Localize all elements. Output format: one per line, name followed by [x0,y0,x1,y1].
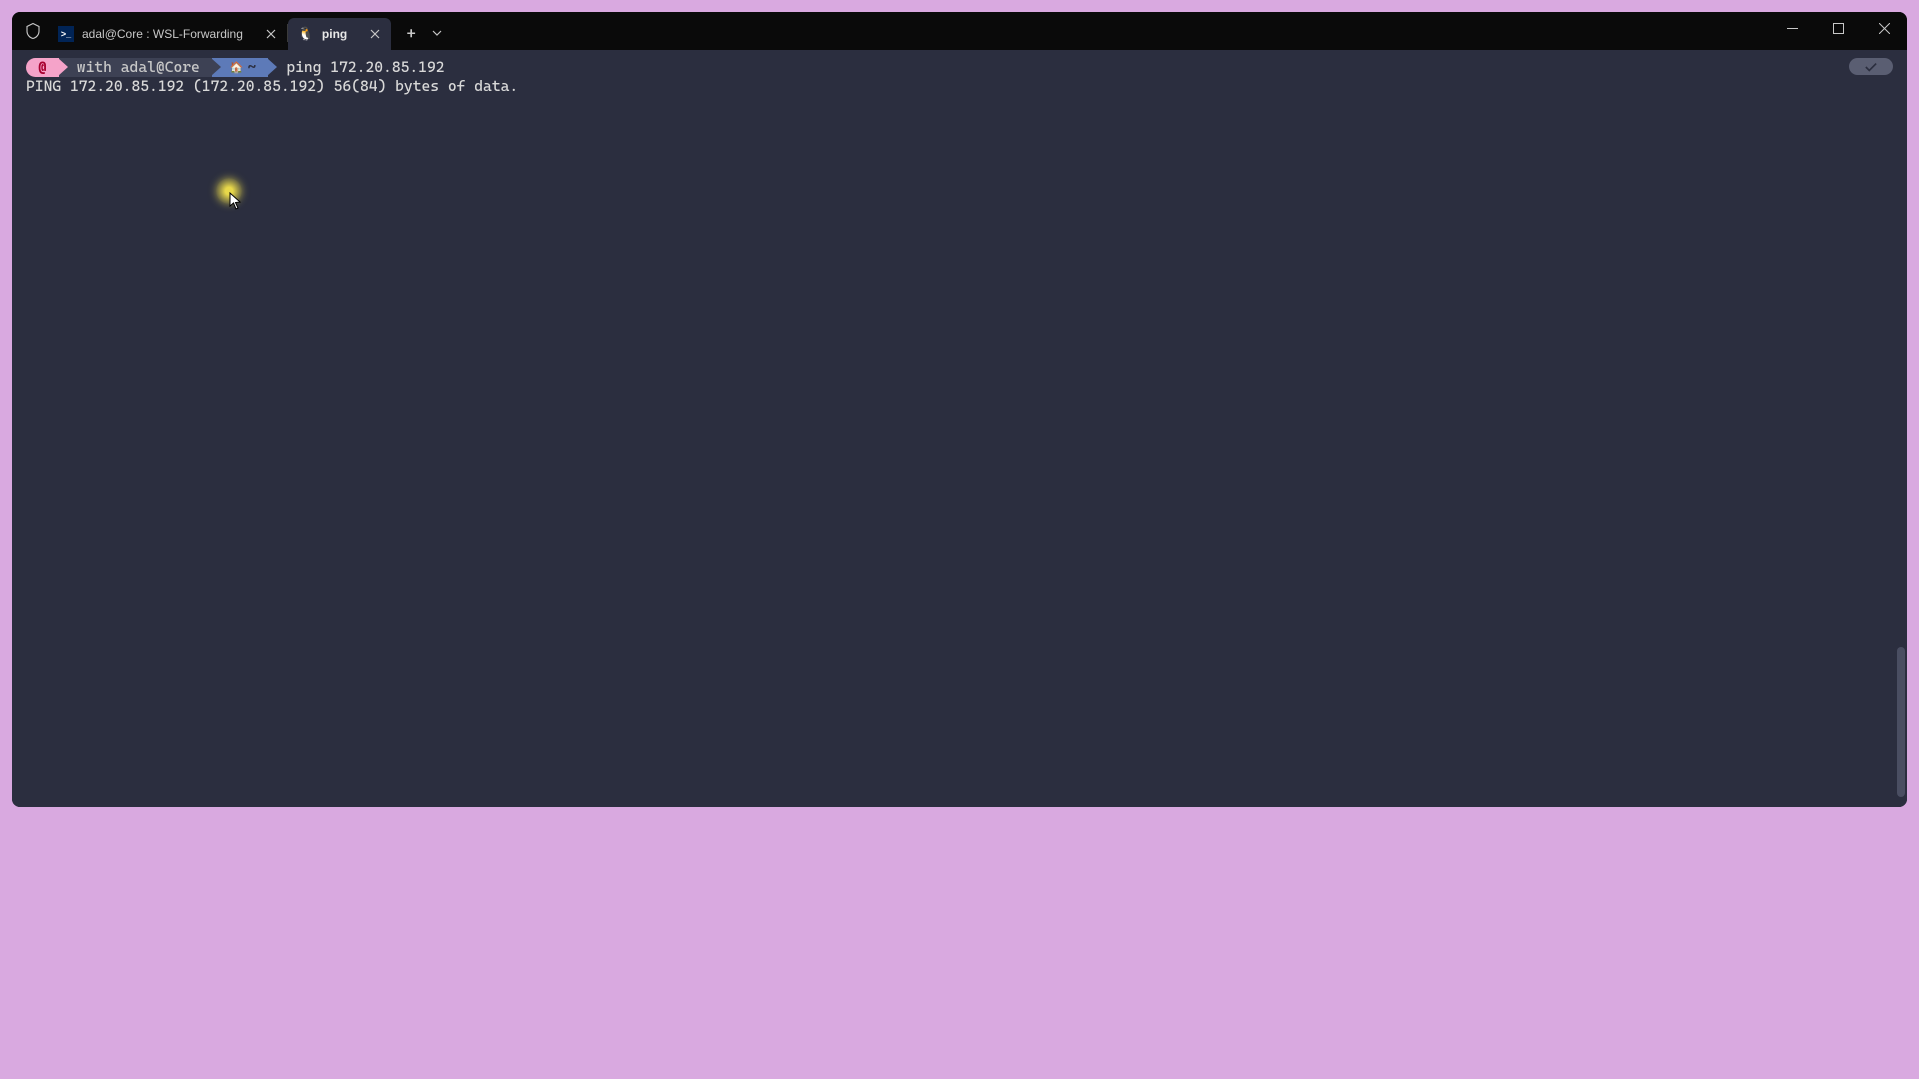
powershell-icon: >_ [58,26,74,42]
admin-shield-icon [24,22,42,40]
tab-dropdown-button[interactable] [425,19,449,47]
close-tab-button[interactable] [367,26,383,42]
window-controls [1769,12,1907,44]
debian-swirl-icon: @ [38,58,47,77]
prompt-user-segment: with adal@Core [59,58,212,77]
maximize-button[interactable] [1815,12,1861,44]
minimize-button[interactable] [1769,12,1815,44]
terminal-window: >_ adal@Core : WSL-Forwarding 🐧 ping + [12,12,1907,807]
prompt-os-segment: @ [26,58,59,77]
status-indicator-pill [1849,58,1893,75]
linux-tux-icon: 🐧 [298,26,314,42]
title-bar: >_ adal@Core : WSL-Forwarding 🐧 ping + [12,12,1907,50]
output-line: PING 172.20.85.192 (172.20.85.192) 56(84… [26,77,1893,96]
prompt-line: @ with adal@Core 🏠 ~ ping 172.20.85.192 [26,58,1893,77]
tab-label: ping [322,27,347,41]
cursor-highlight-icon [216,178,242,204]
tab-ping[interactable]: 🐧 ping [288,18,391,50]
tab-label: adal@Core : WSL-Forwarding [82,27,243,41]
terminal-viewport[interactable]: @ with adal@Core 🏠 ~ ping 172.20.85.192 … [12,50,1907,807]
command-input: ping 172.20.85.192 [286,58,444,77]
tab-bar: >_ adal@Core : WSL-Forwarding 🐧 ping + [48,12,449,50]
tab-wsl-forwarding[interactable]: >_ adal@Core : WSL-Forwarding [48,18,287,50]
close-window-button[interactable] [1861,12,1907,44]
new-tab-button[interactable]: + [397,19,425,47]
prompt-path-text: ~ [248,58,257,77]
vertical-scrollbar[interactable] [1897,647,1905,797]
close-tab-button[interactable] [263,26,279,42]
prompt-user-text: with adal@Core [77,58,200,77]
home-icon: 🏠 [230,61,244,75]
